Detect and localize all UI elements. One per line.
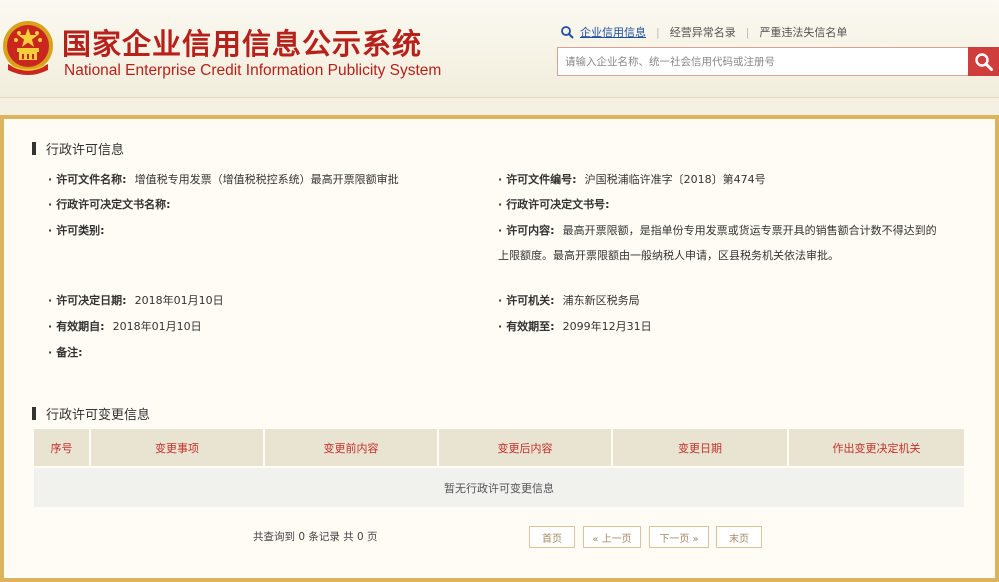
- column-header-item: 变更事项: [90, 429, 265, 467]
- next-page-button[interactable]: 下一页 »: [649, 526, 709, 548]
- field-label: 行政许可决定文书号:: [506, 198, 610, 211]
- field-decision-doc-no: · 行政许可决定文书号:: [498, 198, 610, 211]
- column-header-authority: 作出变更决定机关: [788, 429, 964, 467]
- field-value: 最高开票限额，是指单份专用发票或货运专票开具的销售额合计数不得达到的上限额度。最…: [498, 224, 937, 262]
- field-label: 许可文件编号:: [506, 173, 577, 186]
- first-page-button[interactable]: 首页: [529, 526, 575, 548]
- table-row: 暂无行政许可变更信息: [34, 466, 964, 507]
- field-category: · 许可类别:: [48, 224, 105, 237]
- last-page-button[interactable]: 末页: [716, 526, 762, 548]
- site-header: 国家企业信用信息公示系统 National Enterprise Credit …: [0, 0, 999, 98]
- empty-table-message: 暂无行政许可变更信息: [34, 466, 964, 507]
- column-header-after: 变更后内容: [438, 429, 613, 467]
- column-header-before: 变更前内容: [264, 429, 439, 467]
- search-box: [557, 47, 969, 76]
- search-button[interactable]: [968, 47, 999, 76]
- field-label: 许可机关:: [506, 294, 555, 307]
- divider: |: [656, 25, 660, 39]
- field-label: 许可文件名称:: [56, 173, 127, 186]
- license-panel: 行政许可信息 · 许可文件名称: 增值税专用发票（增值税税控系统）最高开票限额审批 …: [0, 115, 999, 582]
- license-section-title: 行政许可信息: [32, 139, 124, 158]
- field-decision-date: · 许可决定日期: 2018年01月10日: [48, 294, 224, 307]
- pagination-info: 共查询到 0 条记录 共 0 页: [253, 531, 378, 543]
- search-icon: [561, 26, 574, 39]
- field-authority: · 许可机关: 浦东新区税务局: [498, 294, 640, 307]
- nav-link-dishonest-list[interactable]: 严重违法失信名单: [759, 24, 847, 40]
- field-doc-no: · 许可文件编号: 沪国税浦临许准字〔2018〕第474号: [498, 173, 766, 186]
- national-emblem-icon: [3, 21, 53, 75]
- change-table: 序号 变更事项 变更前内容 变更后内容 变更日期 作出变更决定机关 暂无行政许可…: [34, 429, 964, 507]
- field-valid-to: · 有效期至: 2099年12月31日: [498, 320, 652, 333]
- field-label: 许可类别:: [56, 224, 105, 237]
- license-section-title-text: 行政许可信息: [46, 143, 125, 158]
- change-section-title: 行政许可变更信息: [32, 404, 150, 423]
- column-header-index: 序号: [34, 429, 91, 467]
- field-value: 增值税专用发票（增值税税控系统）最高开票限额审批: [134, 173, 399, 186]
- search-type-links: 企业信用信息 | 经营异常名录 | 严重违法失信名单: [560, 24, 847, 40]
- field-value: 沪国税浦临许准字〔2018〕第474号: [584, 173, 766, 186]
- change-section-title-text: 行政许可变更信息: [46, 408, 151, 423]
- site-title-en: National Enterprise Credit Information P…: [64, 62, 442, 79]
- field-value: 2018年01月10日: [134, 294, 224, 307]
- field-valid-from: · 有效期自: 2018年01月10日: [48, 320, 202, 333]
- nav-link-credit-info[interactable]: 企业信用信息: [580, 24, 646, 40]
- field-content: · 许可内容: 最高开票限额，是指单份专用发票或货运专票开具的销售额合计数不得达到的…: [498, 224, 937, 262]
- search-input[interactable]: [558, 48, 968, 75]
- field-remarks: · 备注:: [48, 346, 83, 359]
- field-value: 2099年12月31日: [562, 320, 652, 333]
- field-value: 2018年01月10日: [112, 320, 202, 333]
- section-marker: [32, 142, 36, 155]
- field-label: 许可决定日期:: [56, 294, 127, 307]
- field-label: 行政许可决定文书名称:: [56, 198, 171, 211]
- field-label: 许可内容:: [506, 224, 555, 237]
- table-header-row: 序号 变更事项 变更前内容 变更后内容 变更日期 作出变更决定机关: [34, 429, 964, 467]
- column-header-date: 变更日期: [612, 429, 789, 467]
- nav-link-abnormal-list[interactable]: 经营异常名录: [670, 24, 736, 40]
- field-value: 浦东新区税务局: [562, 294, 640, 307]
- search-icon: [974, 52, 993, 71]
- field-decision-doc-name: · 行政许可决定文书名称:: [48, 198, 171, 211]
- divider: |: [745, 25, 750, 39]
- field-label: 有效期自:: [56, 320, 105, 333]
- field-doc-name: · 许可文件名称: 增值税专用发票（增值税税控系统）最高开票限额审批: [48, 173, 399, 186]
- prev-page-button[interactable]: « 上一页: [583, 526, 641, 548]
- section-marker: [32, 407, 36, 420]
- site-title-cn: 国家企业信用信息公示系统: [62, 27, 423, 61]
- field-label: 有效期至:: [506, 320, 555, 333]
- field-label: 备注:: [56, 346, 83, 359]
